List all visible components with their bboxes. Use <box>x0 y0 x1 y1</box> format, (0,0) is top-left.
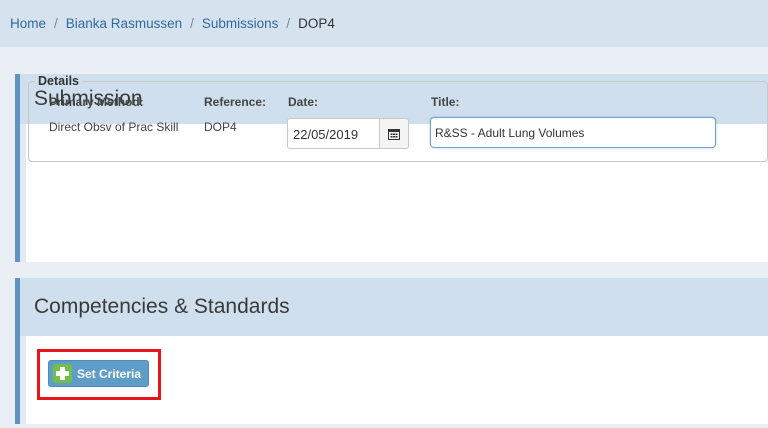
breadcrumb-separator: / <box>190 16 194 31</box>
details-fieldset: Details Primary Method: Direct Obsv of P… <box>28 74 768 162</box>
competencies-panel-title: Competencies & Standards <box>20 278 768 336</box>
set-criteria-label: Set Criteria <box>77 366 142 381</box>
primary-method-label: Primary Method: <box>49 95 144 109</box>
breadcrumb-user[interactable]: Bianka Rasmussen <box>66 16 182 31</box>
title-label: Title: <box>431 95 460 109</box>
date-picker-button[interactable] <box>379 118 409 149</box>
panel-accent <box>20 336 26 424</box>
plus-icon <box>53 364 72 383</box>
breadcrumb-separator: / <box>54 16 58 31</box>
breadcrumb-home[interactable]: Home <box>10 16 46 31</box>
reference-label: Reference: <box>204 95 267 109</box>
calendar-icon <box>388 128 400 140</box>
primary-method-value: Direct Obsv of Prac Skill <box>49 120 179 134</box>
date-label: Date: <box>288 95 319 109</box>
details-legend: Details <box>38 74 79 88</box>
title-input[interactable]: R&SS - Adult Lung Volumes <box>430 117 716 148</box>
panel-accent <box>20 124 26 262</box>
breadcrumb: Home / Bianka Rasmussen / Submissions / … <box>0 0 768 47</box>
breadcrumb-separator: / <box>286 16 291 31</box>
breadcrumb-current: DOP4 <box>298 16 335 31</box>
set-criteria-button[interactable]: Set Criteria <box>48 360 149 387</box>
date-input[interactable]: 22/05/2019 <box>287 118 379 149</box>
reference-value: DOP4 <box>204 120 237 134</box>
breadcrumb-submissions[interactable]: Submissions <box>202 16 279 31</box>
